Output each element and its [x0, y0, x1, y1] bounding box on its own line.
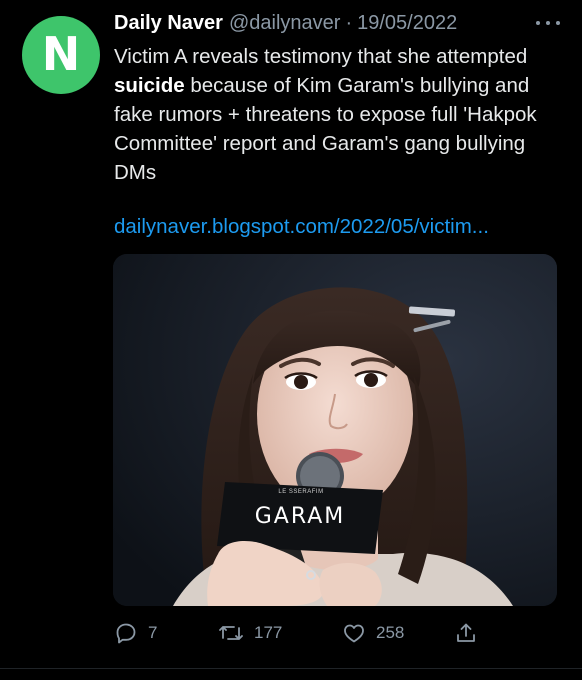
reply-count: 7: [148, 623, 158, 642]
retweet-button[interactable]: 177: [218, 618, 282, 648]
mic-flag-brand: LE SSERAFIM: [278, 489, 324, 495]
divider: [0, 668, 582, 669]
article-link[interactable]: dailynaver.blogspot.com/2022/05/victim..…: [114, 215, 489, 239]
tweet-date[interactable]: 19/05/2022: [357, 12, 457, 35]
separator-dot: ·: [345, 12, 353, 34]
like-count: 258: [376, 623, 405, 642]
tweet-actions: 7 177 258: [114, 618, 504, 648]
avatar-letter: N: [41, 27, 81, 81]
tweet-text-bold: suicide: [114, 74, 185, 97]
retweet-count: 177: [254, 623, 283, 642]
share-icon: [454, 621, 478, 645]
author-name[interactable]: Daily Naver: [114, 12, 223, 35]
tweet-text-part1: Victim A reveals testimony that she atte…: [114, 45, 528, 68]
like-button[interactable]: 258: [342, 618, 404, 648]
reply-button[interactable]: 7: [114, 618, 157, 648]
share-button[interactable]: [454, 618, 488, 648]
tweet-text: Victim A reveals testimony that she atte…: [114, 42, 564, 187]
tweet-header: Daily Naver @dailynaver · 19/05/2022: [114, 12, 540, 42]
photo-illustration: [113, 254, 557, 606]
reply-icon: [114, 621, 138, 645]
like-icon: [342, 621, 366, 645]
avatar[interactable]: N: [22, 16, 100, 94]
more-icon[interactable]: [536, 16, 560, 30]
mic-flag-label: GARAM: [254, 504, 346, 529]
tweet-photo[interactable]: [113, 254, 557, 606]
retweet-icon: [218, 621, 244, 645]
author-handle[interactable]: @dailynaver: [229, 12, 340, 35]
